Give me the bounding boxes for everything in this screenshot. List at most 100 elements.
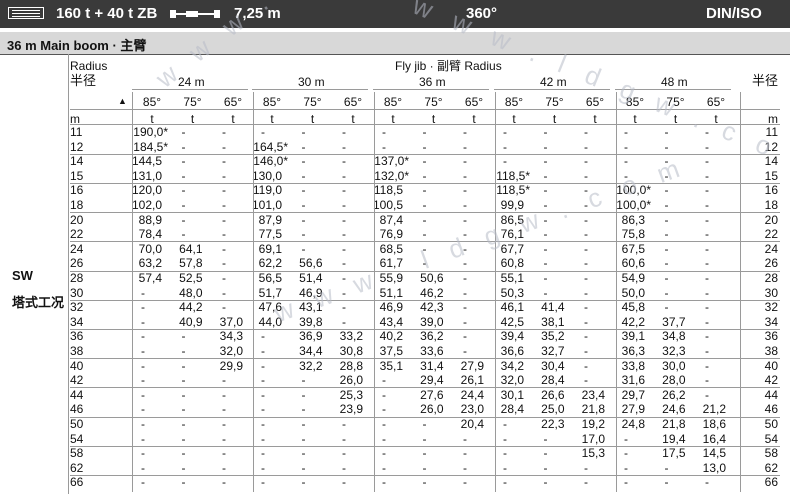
load-cell: 34,2: [500, 358, 524, 373]
load-cell: 46,1: [500, 300, 524, 315]
load-cell: -: [463, 344, 467, 358]
load-cell: -: [422, 125, 427, 139]
load-cell: -: [382, 431, 386, 446]
load-cell: -: [342, 227, 346, 242]
load-cell: 57,4: [138, 271, 162, 285]
load-cell: 36,2: [420, 329, 444, 344]
load-cell: 37,7: [662, 314, 686, 329]
load-cell: 35,1: [379, 358, 403, 373]
load-cell: -: [422, 446, 427, 461]
load-cell: -: [382, 402, 386, 417]
load-cell: -: [261, 387, 265, 402]
load-cell: -: [301, 198, 306, 212]
load-cell: -: [261, 446, 265, 461]
load-cell: -: [543, 125, 548, 139]
title-bar: 160 t + 40 t ZB 7,25 m 360° DIN/ISO: [0, 0, 790, 28]
load-cell: -: [301, 168, 306, 183]
load-cell: -: [664, 241, 669, 256]
load-cell: 46,9: [379, 300, 403, 315]
load-cell: 164,5*: [253, 139, 288, 154]
load-cell: 20,4: [460, 417, 484, 431]
load-cell: -: [584, 373, 588, 388]
row-separator: [70, 445, 780, 447]
load-cell: -: [181, 154, 186, 169]
radius-value-right: 22: [764, 227, 778, 242]
load-cell: -: [543, 183, 548, 198]
load-cell: -: [342, 241, 346, 256]
load-cell: -: [543, 271, 548, 285]
load-cell: 29,4: [420, 373, 444, 388]
load-cell: -: [584, 139, 588, 154]
load-cell: -: [422, 241, 427, 256]
load-cell: -: [222, 387, 226, 402]
load-cell: -: [261, 417, 265, 431]
load-cell: 184,5*: [133, 139, 168, 154]
load-cell: 55,9: [379, 271, 403, 285]
load-cell: -: [705, 198, 709, 212]
radius-value: 16: [70, 183, 84, 198]
load-cell: -: [342, 139, 346, 154]
load-cell: -: [342, 285, 346, 300]
load-cell: 51,1: [379, 285, 403, 300]
radius-value-right: 40: [764, 358, 778, 373]
jib-length-header: 24 m: [178, 75, 205, 89]
load-cell: -: [463, 329, 467, 344]
radius-value: 40: [70, 358, 84, 373]
load-cell: 28,0: [662, 373, 686, 388]
load-cell: -: [261, 460, 265, 475]
jib-group-underline: [494, 89, 610, 90]
load-cell: -: [463, 125, 467, 139]
load-cell: 30,1: [500, 387, 524, 402]
load-cell: 22,3: [541, 417, 565, 431]
load-cell: -: [463, 168, 467, 183]
load-cell: 21,2: [702, 402, 726, 417]
load-cell: -: [705, 387, 709, 402]
load-cell: -: [705, 139, 709, 154]
radius-value: 42: [70, 373, 84, 388]
load-cell: -: [222, 460, 226, 475]
load-cell: -: [222, 402, 226, 417]
load-cell: 68,5: [379, 241, 403, 256]
group-divider: [616, 92, 617, 492]
table-top-line: [0, 54, 790, 55]
load-cell: 26,2: [662, 387, 686, 402]
load-cell: -: [141, 358, 145, 373]
load-cell: 75,8: [621, 227, 645, 242]
load-cell: 28,8: [339, 358, 363, 373]
load-cell: -: [222, 198, 226, 212]
load-cell: 28,4: [500, 402, 524, 417]
load-cell: -: [705, 125, 709, 139]
load-cell: 34,3: [219, 329, 243, 344]
load-cell: -: [503, 139, 507, 154]
load-cell: 101,0: [251, 198, 282, 212]
load-cell: -: [664, 285, 669, 300]
load-cell: 87,9: [258, 212, 282, 227]
load-cell: -: [584, 256, 588, 271]
load-cell: -: [222, 241, 226, 256]
load-cell: -: [664, 227, 669, 242]
load-cell: -: [422, 431, 427, 446]
load-cell: 23,4: [581, 387, 605, 402]
load-cell: 35,2: [541, 329, 565, 344]
load-cell: -: [141, 417, 145, 431]
load-cell: -: [543, 256, 548, 271]
load-cell: 38,1: [541, 314, 565, 329]
load-cell: -: [543, 198, 548, 212]
sw-label: SW: [12, 268, 33, 283]
group-divider: [740, 92, 741, 492]
jib-group-underline: [252, 89, 368, 90]
load-cell: -: [181, 373, 186, 388]
load-cell: 44,2: [179, 300, 203, 315]
load-cell: 42,2: [621, 314, 645, 329]
row-separator: [70, 153, 780, 155]
load-cell: 17,0: [581, 431, 605, 446]
load-cell: 62,2: [258, 256, 282, 271]
boom-config-label: 36 m Main boom · 主臂: [7, 38, 147, 53]
jib-group-underline: [373, 89, 489, 90]
load-cell: 57,8: [179, 256, 203, 271]
load-cell: 32,0: [500, 373, 524, 388]
load-cell: -: [664, 168, 669, 183]
standard-label: DIN/ISO: [706, 5, 762, 22]
load-cell: -: [584, 329, 588, 344]
load-cell: 26,0: [420, 402, 444, 417]
